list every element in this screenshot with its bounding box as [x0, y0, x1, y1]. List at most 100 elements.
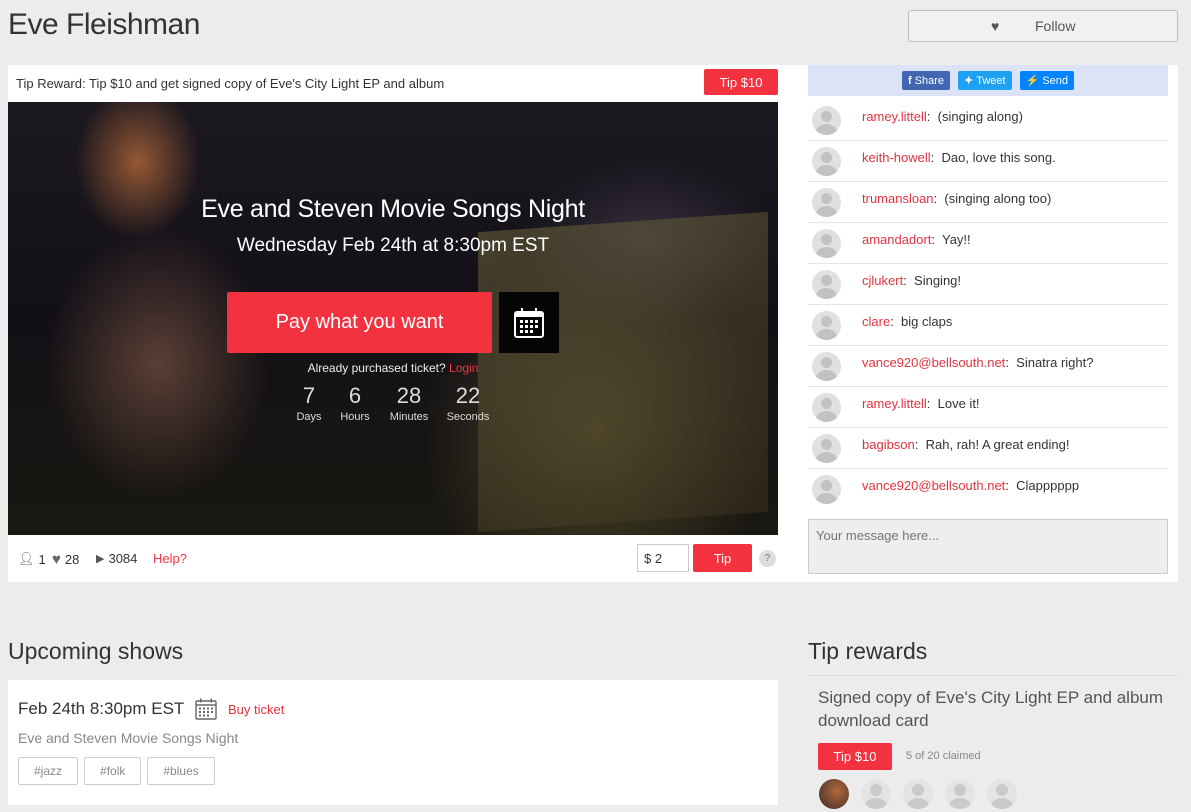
chat-username[interactable]: trumansloan [862, 191, 934, 206]
plays-stat: ▶ 3084 [96, 551, 137, 566]
calendar-icon [195, 698, 217, 720]
twitter-tweet-button[interactable]: ✦ Tweet [958, 71, 1012, 90]
login-link[interactable]: Login [449, 361, 478, 375]
artist-name: Eve Fleishman [8, 8, 200, 41]
avatar [903, 779, 933, 809]
buy-ticket-link[interactable]: Buy ticket [228, 702, 284, 717]
tip-rewards-title: Tip rewards [808, 638, 928, 664]
likes-stat: ♥ 28 [52, 551, 79, 568]
chat-text: Yay!! [942, 232, 971, 247]
countdown-seconds: 22 Seconds [433, 383, 503, 424]
countdown-label: Hours [340, 411, 370, 423]
likes-count: 28 [64, 552, 80, 567]
tag-jazz[interactable]: #jazz [18, 757, 79, 785]
chat-username[interactable]: bagibson [862, 437, 915, 452]
share-bar: f Share ✦ Tweet ⚡ Send [808, 65, 1168, 96]
twitter-icon: ✦ [964, 75, 974, 87]
messenger-icon: ⚡ [1025, 75, 1040, 87]
tag-folk[interactable]: #folk [84, 757, 142, 785]
video-player[interactable]: Eve and Steven Movie Songs Night Wednesd… [8, 102, 778, 535]
chat-message: vance920@bellsouth.net: Sinatra right? [808, 346, 1168, 387]
already-purchased-text: Already purchased ticket? [307, 361, 446, 375]
countdown-label: Minutes [389, 411, 429, 423]
chat-message: keith-howell: Dao, love this song. [808, 141, 1168, 182]
chat-line: ramey.littell: (singing along) [862, 109, 1023, 124]
chat-line: trumansloan: (singing along too) [862, 191, 1052, 206]
tip-amount-input[interactable] [637, 544, 689, 572]
plays-count: 3084 [108, 551, 138, 566]
countdown-label: Seconds [446, 411, 490, 423]
chat-text: Singing! [914, 273, 962, 288]
show-name: Eve and Steven Movie Songs Night [18, 730, 239, 746]
chat-message: bagibson: Rah, rah! A great ending! [808, 428, 1168, 469]
avatar [812, 434, 841, 463]
chat-username[interactable]: ramey.littell [862, 109, 927, 124]
add-show-to-calendar[interactable] [195, 698, 217, 725]
countdown: 7 Days 6 Hours 28 Minutes 22 Seconds [293, 383, 503, 424]
avatar [819, 779, 849, 809]
facebook-share-button[interactable]: f Share [901, 71, 951, 90]
avatar [945, 779, 975, 809]
chat-message-input[interactable] [808, 519, 1168, 574]
tip-reward-description: Tip $10 and get signed copy of Eve's Cit… [89, 76, 445, 91]
chat-username[interactable]: ramey.littell [862, 396, 927, 411]
follow-button[interactable]: ♥ Follow [908, 10, 1178, 42]
countdown-value: 6 [348, 383, 362, 408]
chat-username[interactable]: keith-howell [862, 150, 931, 165]
help-link[interactable]: Help? [153, 551, 187, 566]
chat-message: trumansloan: (singing along too) [808, 182, 1168, 223]
chat-text: Rah, rah! A great ending! [925, 437, 1070, 452]
tip-reward-label: Tip Reward: [16, 76, 86, 91]
chat-line: cjlukert: Singing! [862, 273, 962, 288]
avatar [812, 475, 841, 504]
chat-username[interactable]: vance920@bellsouth.net [862, 355, 1005, 370]
reward-description: Signed copy of Eve's City Light EP and a… [818, 688, 1164, 730]
countdown-minutes: 28 Minutes [385, 384, 433, 424]
avatar [812, 147, 841, 176]
twitter-tweet-label: Tweet [976, 74, 1006, 87]
messenger-send-button[interactable]: ⚡ Send [1019, 71, 1074, 90]
chat-username[interactable]: amandadort [862, 232, 931, 247]
chat-text: Love it! [937, 396, 980, 411]
chat-message: ramey.littell: Love it! [808, 387, 1168, 428]
heart-icon: ♥ [991, 18, 1000, 34]
add-to-calendar-button[interactable] [499, 292, 559, 353]
chat-username[interactable]: vance920@bellsouth.net [862, 478, 1005, 493]
avatar [812, 270, 841, 299]
chat-username[interactable]: clare [862, 314, 890, 329]
countdown-label: Days [296, 411, 322, 423]
chat-line: vance920@bellsouth.net: Sinatra right? [862, 355, 1094, 370]
reward-tip-button[interactable]: Tip $10 [818, 743, 892, 770]
show-tags: #jazz #folk #blues [18, 757, 215, 785]
upcoming-show-card: Feb 24th 8:30pm EST Buy ticket Eve and S… [8, 680, 778, 805]
follow-label: Follow [1035, 18, 1076, 34]
tip-reward-button[interactable]: Tip $10 [704, 69, 778, 95]
countdown-value: 7 [302, 383, 316, 408]
person-icon: 👤︎ [18, 551, 35, 566]
reward-claimed-count: 5 of 20 claimed [906, 750, 981, 762]
chat-message: amandadort: Yay!! [808, 223, 1168, 264]
event-date: Wednesday Feb 24th at 8:30pm EST [236, 235, 550, 256]
avatar [812, 352, 841, 381]
tip-reward-text: Tip Reward: Tip $10 and get signed copy … [16, 76, 444, 91]
chat-text: (singing along) [937, 109, 1023, 124]
chat-list[interactable]: ramey.littell: (singing along) keith-how… [808, 100, 1168, 510]
chat-line: vance920@bellsouth.net: Clapppppp [862, 478, 1080, 493]
countdown-hours: 6 Hours [325, 383, 385, 424]
chat-text: Dao, love this song. [941, 150, 1056, 165]
chat-message: ramey.littell: (singing along) [808, 100, 1168, 141]
avatar [987, 779, 1017, 809]
chat-message: vance920@bellsouth.net: Clapppppp [808, 469, 1168, 510]
countdown-value: 22 [455, 383, 481, 408]
facebook-share-label: Share [914, 74, 945, 87]
chat-username[interactable]: cjlukert [862, 273, 903, 288]
tip-button[interactable]: Tip [693, 544, 752, 572]
chat-message: cjlukert: Singing! [808, 264, 1168, 305]
pay-what-you-want-button[interactable]: Pay what you want [227, 292, 492, 353]
avatar [812, 311, 841, 340]
tip-help-button[interactable]: ? [759, 550, 776, 567]
chat-line: clare: big claps [862, 314, 953, 329]
already-purchased: Already purchased ticket? Login [8, 361, 778, 375]
divider [808, 675, 1178, 676]
tag-blues[interactable]: #blues [147, 757, 215, 785]
